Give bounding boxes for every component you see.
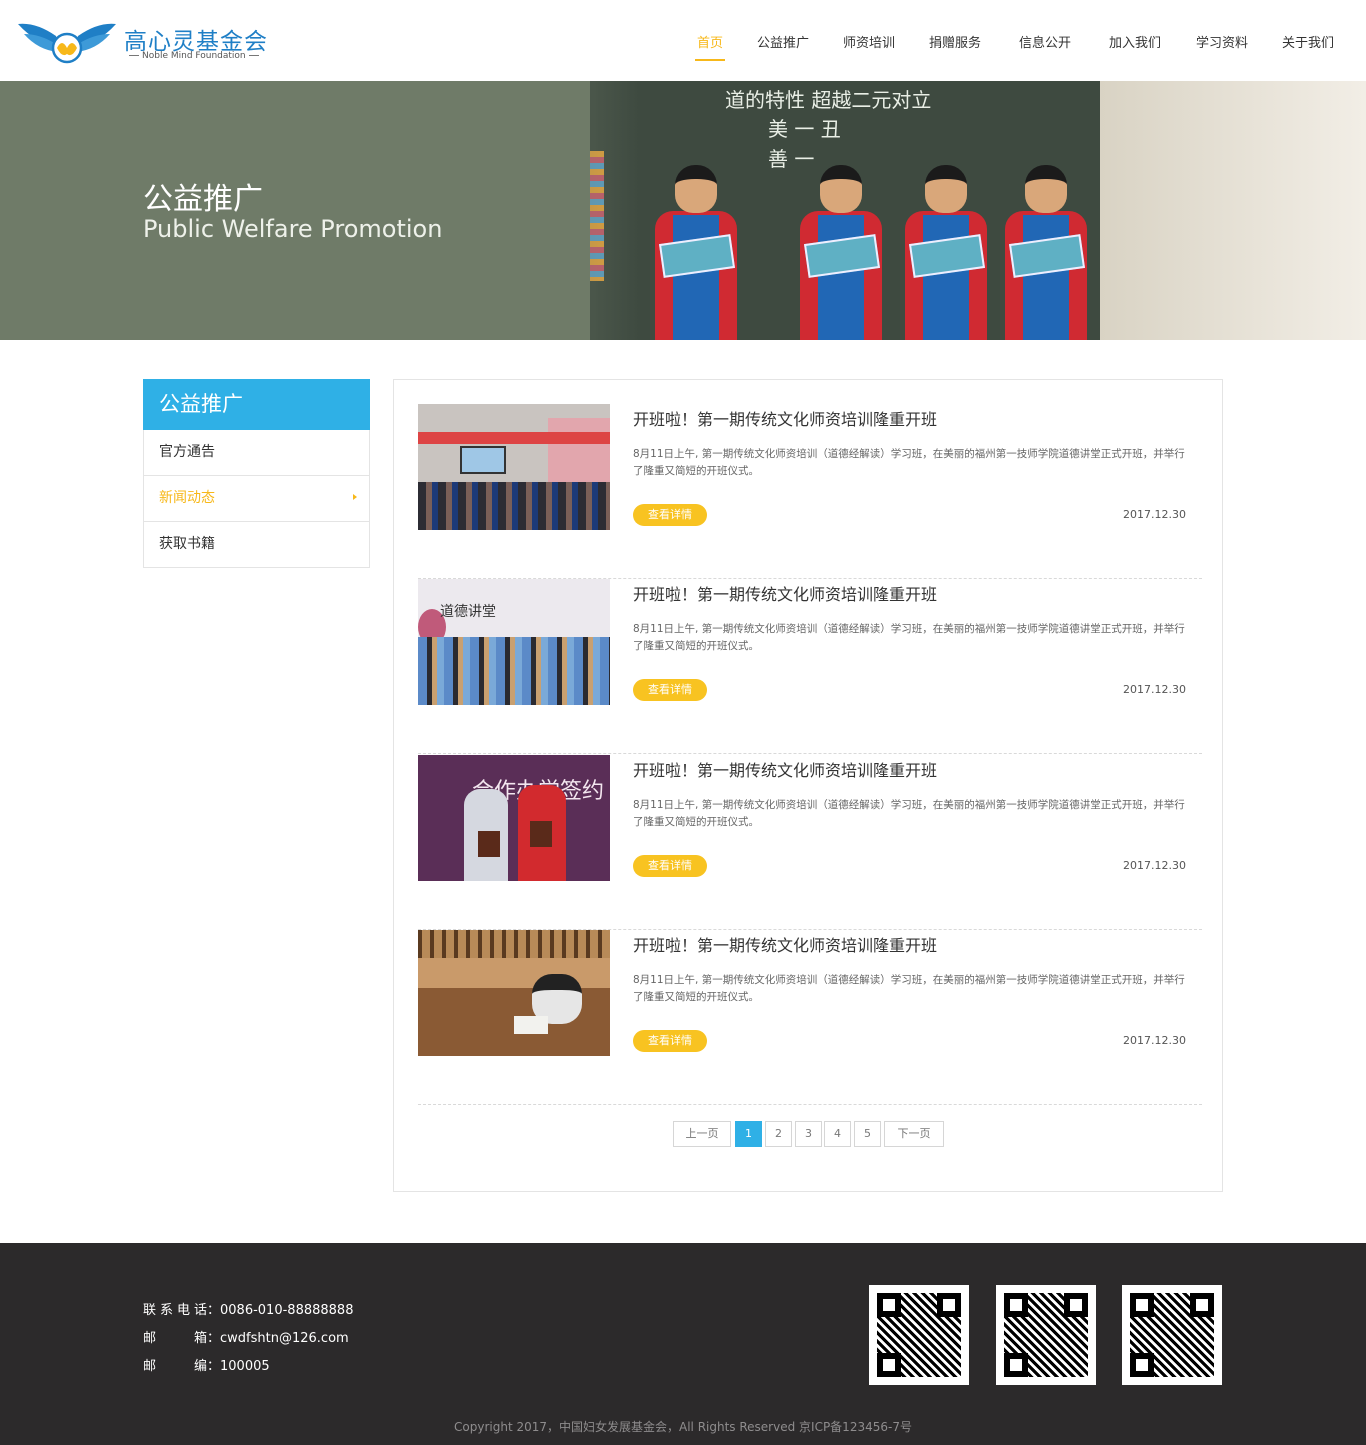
article-item: 开班啦！第一期传统文化师资培训隆重开班 8月11日上午, 第一期传统文化师资培训… [418,930,1202,1105]
article-date: 2017.12.30 [1123,683,1186,696]
sidebar-item-news[interactable]: 新闻动态 [143,476,370,522]
article-title[interactable]: 开班啦！第一期传统文化师资培训隆重开班 [633,932,937,956]
page-button-2[interactable]: 2 [765,1121,792,1147]
article-summary: 8月11日上午, 第一期传统文化师资培训（道德经解读）学习班，在美丽的福州第一技… [633,799,1185,828]
article-date: 2017.12.30 [1123,508,1186,521]
article-summary: 8月11日上午, 第一期传统文化师资培训（道德经解读）学习班，在美丽的福州第一技… [633,974,1185,1003]
sidebar-item-label: 新闻动态 [159,490,215,506]
nav-item-disclosure[interactable]: 信息公开 [1019,32,1071,51]
article-thumbnail[interactable] [418,930,610,1056]
article-title[interactable]: 开班啦！第一期传统文化师资培训隆重开班 [633,757,937,781]
footer-phone: 联系电话：0086-010-88888888 [143,1299,353,1318]
page-banner: 道的特性 超越二元对立 美 一 丑 善 一 公益推广 Public Welfar… [0,81,1366,340]
view-details-button[interactable]: 查看详情 [633,504,707,526]
nav-item-donation[interactable]: 捐赠服务 [929,32,981,51]
blackboard-text-line-1: 道的特性 超越二元对立 [725,88,932,112]
page-button-1[interactable]: 1 [735,1121,762,1147]
footer-zip-value: 100005 [220,1359,270,1374]
banner-wall [1100,81,1366,340]
site-footer: 联系电话：0086-010-88888888 邮箱：cwdfshtn@126.c… [0,1243,1366,1445]
sidebar-title: 公益推广 [143,379,370,430]
nav-item-study-materials[interactable]: 学习资料 [1196,32,1248,51]
article-date: 2017.12.30 [1123,1034,1186,1047]
footer-phone-label: 联系电话 [143,1303,207,1318]
blackboard-text-line-2: 美 一 丑 [768,117,841,141]
main-nav: 首页 公益推广 师资培训 捐赠服务 信息公开 加入我们 学习资料 关于我们 [0,32,1366,62]
sidebar-item-label: 官方通告 [159,444,215,460]
site-header: 高心灵基金会 Noble Mind Foundation 首页 公益推广 师资培… [0,0,1366,81]
page-button-4[interactable]: 4 [824,1121,851,1147]
article-thumbnail[interactable]: 合作办学签约 [418,755,610,881]
page-button-3[interactable]: 3 [795,1121,822,1147]
nav-item-join-us[interactable]: 加入我们 [1109,32,1161,51]
banner-student-figure [655,165,737,340]
footer-zip-label: 邮编 [143,1359,207,1374]
sidebar-item-official-notice[interactable]: 官方通告 [143,430,370,476]
thumbnail-sign-text: 道德讲堂 [440,604,496,620]
prev-page-button[interactable]: 上一页 [673,1121,731,1147]
banner-fade-overlay [0,81,640,340]
article-title[interactable]: 开班啦！第一期传统文化师资培训隆重开班 [633,581,937,605]
article-title[interactable]: 开班啦！第一期传统文化师资培训隆重开班 [633,406,937,430]
footer-phone-value: 0086-010-88888888 [220,1303,354,1318]
nav-item-about-us[interactable]: 关于我们 [1282,32,1334,51]
view-details-button[interactable]: 查看详情 [633,855,707,877]
nav-item-home[interactable]: 首页 [694,32,726,61]
footer-copyright: Copyright 2017，中国妇女发展基金会，All Rights Rese… [454,1420,912,1434]
sidebar-item-get-books[interactable]: 获取书籍 [143,522,370,568]
view-details-button[interactable]: 查看详情 [633,1030,707,1052]
qr-code-icon [869,1285,969,1385]
page-button-5[interactable]: 5 [854,1121,881,1147]
next-page-button[interactable]: 下一页 [884,1121,944,1147]
qr-code-icon [1122,1285,1222,1385]
sidebar-item-label: 获取书籍 [159,536,215,552]
article-item: 合作办学签约 开班啦！第一期传统文化师资培训隆重开班 8月11日上午, 第一期传… [418,755,1202,930]
article-summary: 8月11日上午, 第一期传统文化师资培训（道德经解读）学习班，在美丽的福州第一技… [633,623,1185,652]
footer-zip: 邮编：100005 [143,1355,270,1374]
banner-student-figure [800,165,882,340]
view-details-button[interactable]: 查看详情 [633,679,707,701]
article-date: 2017.12.30 [1123,859,1186,872]
banner-student-figure [1005,165,1087,340]
footer-email-value[interactable]: cwdfshtn@126.com [220,1331,349,1346]
article-summary: 8月11日上午, 第一期传统文化师资培训（道德经解读）学习班，在美丽的福州第一技… [633,448,1185,477]
article-thumbnail[interactable] [418,404,610,530]
caret-right-icon [353,494,357,500]
banner-student-figure [905,165,987,340]
banner-title: 公益推广 [143,182,263,217]
nav-item-teacher-training[interactable]: 师资培训 [843,32,895,51]
article-item: 开班啦！第一期传统文化师资培训隆重开班 8月11日上午, 第一期传统文化师资培训… [418,404,1202,579]
footer-email: 邮箱：cwdfshtn@126.com [143,1327,349,1346]
article-item: 道德讲堂 开班啦！第一期传统文化师资培训隆重开班 8月11日上午, 第一期传统文… [418,579,1202,754]
article-list-panel: 开班啦！第一期传统文化师资培训隆重开班 8月11日上午, 第一期传统文化师资培训… [393,379,1223,1192]
banner-subtitle: Public Welfare Promotion [143,215,443,243]
footer-email-label: 邮箱 [143,1331,207,1346]
sidebar: 公益推广 官方通告 新闻动态 获取书籍 [143,379,370,568]
qr-code-icon [996,1285,1096,1385]
nav-item-public-welfare[interactable]: 公益推广 [757,32,809,51]
article-thumbnail[interactable]: 道德讲堂 [418,579,610,705]
